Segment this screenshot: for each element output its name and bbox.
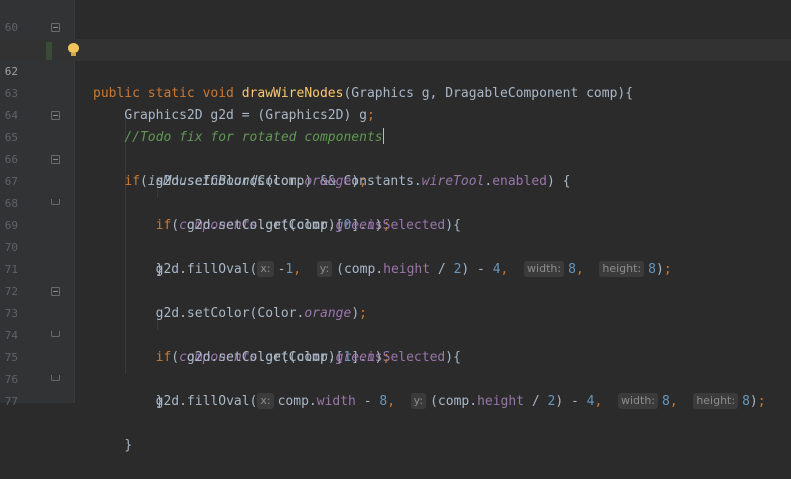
- fold-icon[interactable]: [51, 155, 60, 164]
- code-line[interactable]: 63 Graphics2D g2d = (Graphics2D) g;: [0, 61, 791, 123]
- param-hint: y:: [410, 393, 427, 409]
- code-line[interactable]: 73 if(components.get(comp)[1].isSelected…: [0, 281, 791, 365]
- fold-end-icon[interactable]: [51, 331, 60, 337]
- code-line[interactable]: 66 g2d.setColor(Color.orange);: [0, 127, 791, 189]
- code-line[interactable]: 75 }: [0, 325, 791, 409]
- code-text: }: [124, 438, 133, 453]
- fold-icon[interactable]: [51, 111, 60, 120]
- code-line[interactable]: 70 g2d.fillOval(x: -1, y: (comp.height / 2…: [0, 215, 791, 277]
- code-line[interactable]: 74 g2d.setColor(Color.green);: [0, 303, 791, 365]
- fold-end-icon[interactable]: [51, 375, 60, 381]
- code-line[interactable]: 67 if(components.get(comp)[0].isSelected…: [0, 149, 791, 233]
- code-line[interactable]: 64: [0, 83, 791, 122]
- code-line[interactable]: 65 if(isMouseInBounds(comp) && Constants…: [0, 105, 791, 189]
- code-line[interactable]: 61 public static void drawWireNodes(Grap…: [0, 17, 791, 101]
- code-editor[interactable]: 60 61 public static void drawWireNodes(G…: [0, 0, 791, 453]
- code-text: g2d.fillOval(x: comp.width - 8, y: (comp.h…: [155, 393, 766, 409]
- param-hint: x:: [257, 393, 274, 409]
- code-line[interactable]: 72 g2d.setColor(Color.orange);: [0, 259, 791, 321]
- lightbulb-icon[interactable]: [68, 43, 79, 56]
- fold-icon[interactable]: [51, 23, 60, 32]
- code-line[interactable]: 77 }: [0, 369, 791, 453]
- param-hint: width:: [617, 393, 658, 409]
- code-line-current[interactable]: 62 //Todo fix for rotated components: [0, 39, 791, 145]
- code-line[interactable]: 68 g2d.setColor(Color.green);: [0, 171, 791, 233]
- fold-end-icon[interactable]: [51, 199, 60, 205]
- fold-icon[interactable]: [51, 287, 60, 296]
- code-line[interactable]: 76 g2d.fillOval(x: comp.width - 8, y: (com…: [0, 347, 791, 409]
- change-marker[interactable]: [46, 42, 52, 60]
- param-hint: height:: [693, 393, 739, 409]
- code-line[interactable]: 69 }: [0, 193, 791, 277]
- line-number: 77: [4, 395, 18, 408]
- code-line[interactable]: 60: [0, 0, 791, 34]
- code-line[interactable]: 71: [0, 237, 791, 276]
